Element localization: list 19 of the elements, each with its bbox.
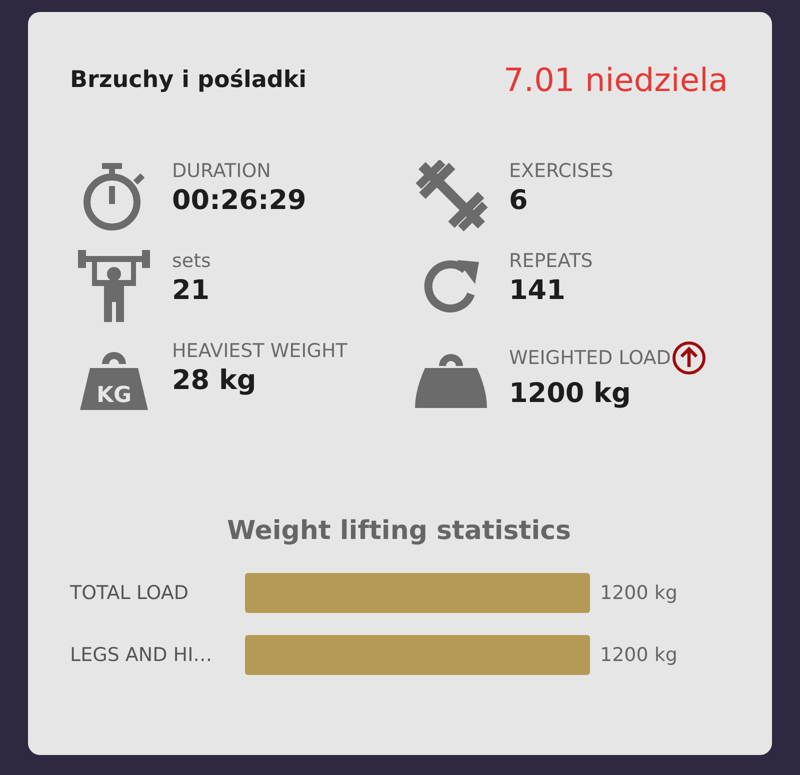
section-title: Weight lifting statistics [226, 515, 572, 548]
stat-value: 6 [509, 184, 529, 218]
stat-value: 00:26:29 [172, 184, 306, 218]
category-label: TOTAL LOAD [70, 580, 190, 606]
stat-value: 141 [509, 274, 566, 308]
stat-value: 28 kg [172, 364, 258, 398]
stat-label: sets [172, 250, 211, 273]
workout-title: Brzuchy i pośladki [70, 66, 307, 95]
stat-label: HEAVIEST WEIGHT [172, 340, 348, 363]
workout-date: 7.01 niedziela [504, 60, 728, 101]
category-label: LEGS AND HI… [70, 642, 214, 668]
stat-value: 21 [172, 274, 211, 308]
stat-label: WEIGHTED LOAD [509, 346, 671, 370]
load-value: 1200 kg [600, 580, 678, 606]
stat-value: 1200 kg [509, 377, 632, 411]
stat-label: DURATION [172, 160, 271, 183]
load-value: 1200 kg [600, 642, 678, 668]
stat-label: REPEATS [509, 250, 593, 273]
stat-label: EXERCISES [509, 160, 614, 183]
